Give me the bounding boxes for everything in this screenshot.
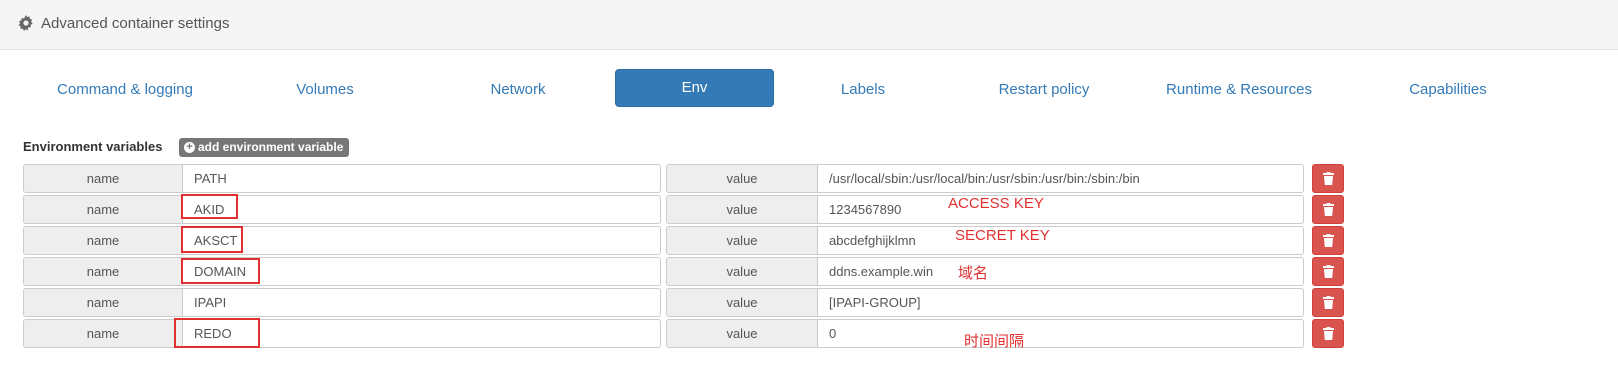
env-name-input[interactable]: AKSCT <box>183 226 661 255</box>
highlight-box <box>174 318 260 348</box>
env-section-label: Environment variables <box>23 139 163 154</box>
remove-env-button[interactable] <box>1312 164 1344 193</box>
remove-env-button[interactable] <box>1312 319 1344 348</box>
name-addon: name <box>23 257 183 286</box>
trash-icon <box>1323 234 1334 247</box>
env-row: name IPAPI value [IPAPI-GROUP] <box>23 288 1383 317</box>
panel-header: Advanced container settings <box>0 0 1618 50</box>
env-name-input[interactable]: IPAPI <box>183 288 661 317</box>
value-addon: value <box>666 319 818 348</box>
tab-restart-policy[interactable]: Restart policy <box>968 70 1120 110</box>
tab-bar: Command & logging Volumes Network Env La… <box>0 69 1618 110</box>
tab-volumes[interactable]: Volumes <box>250 70 400 110</box>
highlight-box <box>181 194 238 219</box>
highlight-box <box>181 226 243 253</box>
value-addon: value <box>666 164 818 193</box>
value-addon: value <box>666 288 818 317</box>
remove-env-button[interactable] <box>1312 257 1344 286</box>
env-value-input[interactable]: 0 <box>818 319 1304 348</box>
env-value-input[interactable]: 1234567890 <box>818 195 1304 224</box>
remove-env-button[interactable] <box>1312 226 1344 255</box>
tab-capabilities[interactable]: Capabilities <box>1370 70 1526 110</box>
env-value-input[interactable]: [IPAPI-GROUP] <box>818 288 1304 317</box>
trash-icon <box>1323 327 1334 340</box>
tab-runtime-resources[interactable]: Runtime & Resources <box>1140 70 1338 110</box>
tab-network[interactable]: Network <box>440 70 596 110</box>
annotation-secret-key: SECRET KEY <box>955 227 1050 244</box>
tab-env[interactable]: Env <box>615 69 774 107</box>
value-addon: value <box>666 226 818 255</box>
name-addon: name <box>23 195 183 224</box>
trash-icon <box>1323 172 1334 185</box>
annotation-interval: 时间间隔 <box>964 333 1025 350</box>
add-env-variable-button[interactable]: + add environment variable <box>179 138 350 157</box>
value-addon: value <box>666 257 818 286</box>
annotation-access-key: ACCESS KEY <box>948 195 1044 212</box>
plus-circle-icon: + <box>184 142 195 153</box>
highlight-box <box>181 258 260 284</box>
remove-env-button[interactable] <box>1312 288 1344 317</box>
env-value-input[interactable]: ddns.example.win <box>818 257 1304 286</box>
trash-icon <box>1323 296 1334 309</box>
env-name-input[interactable]: AKID <box>183 195 661 224</box>
value-addon: value <box>666 195 818 224</box>
name-addon: name <box>23 226 183 255</box>
env-name-input[interactable]: PATH <box>183 164 661 193</box>
annotation-domain: 域名 <box>958 265 989 282</box>
remove-env-button[interactable] <box>1312 195 1344 224</box>
env-value-input[interactable]: /usr/local/sbin:/usr/local/bin:/usr/sbin… <box>818 164 1304 193</box>
name-addon: name <box>23 164 183 193</box>
trash-icon <box>1323 203 1334 216</box>
name-addon: name <box>23 319 183 348</box>
name-addon: name <box>23 288 183 317</box>
panel-title: Advanced container settings <box>41 15 230 32</box>
gear-icon <box>18 15 33 31</box>
trash-icon <box>1323 265 1334 278</box>
tab-command-logging[interactable]: Command & logging <box>20 70 230 110</box>
env-row: name PATH value /usr/local/sbin:/usr/loc… <box>23 164 1383 193</box>
tab-labels[interactable]: Labels <box>790 70 936 110</box>
add-env-variable-label: add environment variable <box>198 140 344 154</box>
env-value-input[interactable]: abcdefghijklmn <box>818 226 1304 255</box>
